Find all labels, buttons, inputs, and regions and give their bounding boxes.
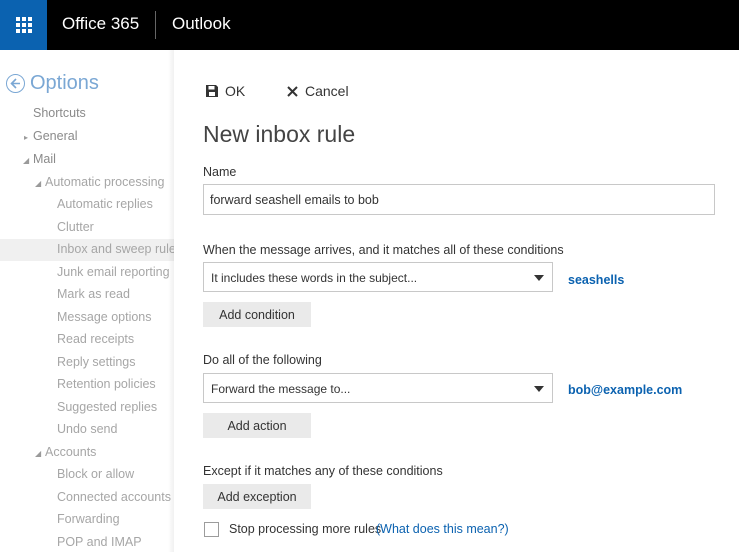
action-dropdown[interactable]: Forward the message to... (203, 373, 553, 403)
sidebar-item-forwarding[interactable]: Forwarding (57, 512, 120, 526)
sidebar-item-automatic-replies[interactable]: Automatic replies (57, 197, 153, 211)
sidebar-item-clutter[interactable]: Clutter (57, 220, 94, 234)
condition-value-link[interactable]: seashells (568, 273, 624, 287)
sidebar-item-suggested-replies[interactable]: Suggested replies (57, 400, 157, 414)
conditions-label: When the message arrives, and it matches… (203, 243, 564, 257)
options-back-button[interactable]: Options (6, 72, 99, 95)
sidebar-item-automatic-processing[interactable]: Automatic processing (45, 175, 165, 189)
cancel-label: Cancel (305, 83, 349, 99)
sidebar-item-inbox-rules[interactable]: Inbox and sweep rules (57, 242, 174, 256)
sidebar-item-mail[interactable]: Mail (33, 152, 56, 166)
add-action-button[interactable]: Add action (203, 413, 311, 438)
collapse-arrow-icon[interactable]: ◢ (23, 156, 29, 165)
sidebar-item-message-options[interactable]: Message options (57, 310, 152, 324)
expand-arrow-icon[interactable]: ▸ (24, 133, 28, 142)
action-selected-value: Forward the message to... (211, 382, 351, 396)
options-title: Options (30, 72, 99, 94)
ok-button[interactable]: OK (205, 83, 245, 99)
top-bar: Office 365 Outlook (0, 0, 739, 50)
sidebar-item-shortcuts[interactable]: Shortcuts (33, 106, 86, 120)
options-sidebar: Options Shortcuts ▸ General ◢ Mail ◢ Aut… (0, 50, 174, 552)
page-title: New inbox rule (203, 121, 356, 147)
add-exception-button[interactable]: Add exception (203, 484, 311, 509)
brand-name[interactable]: Office 365 (62, 14, 139, 34)
name-label: Name (203, 165, 237, 179)
app-name[interactable]: Outlook (172, 14, 231, 34)
stop-processing-checkbox[interactable] (204, 522, 219, 537)
add-condition-button[interactable]: Add condition (203, 302, 311, 327)
condition-dropdown[interactable]: It includes these words in the subject..… (203, 262, 553, 292)
chevron-down-icon (534, 275, 544, 281)
sidebar-item-block-or-allow[interactable]: Block or allow (57, 467, 134, 481)
action-value-link[interactable]: bob@example.com (568, 383, 682, 397)
collapse-arrow-icon[interactable]: ◢ (35, 179, 41, 188)
chevron-down-icon (534, 386, 544, 392)
header-divider (155, 11, 156, 39)
sidebar-item-undo-send[interactable]: Undo send (57, 422, 117, 436)
ok-label: OK (225, 83, 246, 99)
app-launcher-icon[interactable] (0, 0, 47, 50)
sidebar-item-read-receipts[interactable]: Read receipts (57, 332, 134, 346)
close-icon (286, 85, 299, 98)
sidebar-item-general[interactable]: General (33, 129, 77, 143)
sidebar-item-mark-as-read[interactable]: Mark as read (57, 287, 130, 301)
condition-selected-value: It includes these words in the subject..… (211, 271, 418, 285)
rule-name-input[interactable] (203, 184, 715, 215)
back-arrow-icon (6, 74, 25, 93)
stop-processing-label: Stop processing more rules (229, 522, 382, 536)
help-link[interactable]: (What does this mean?) (376, 522, 509, 536)
actions-label: Do all of the following (203, 353, 322, 367)
cancel-button[interactable]: Cancel (286, 83, 349, 99)
sidebar-item-pop-imap[interactable]: POP and IMAP (57, 535, 142, 549)
sidebar-item-connected-accounts[interactable]: Connected accounts (57, 490, 171, 504)
sidebar-item-retention-policies[interactable]: Retention policies (57, 377, 156, 391)
new-rule-panel: OK Cancel New inbox rule Name When the m… (174, 50, 739, 552)
save-icon (205, 84, 219, 98)
sidebar-item-accounts[interactable]: Accounts (45, 445, 96, 459)
collapse-arrow-icon[interactable]: ◢ (35, 449, 41, 458)
sidebar-item-junk-reporting[interactable]: Junk email reporting (57, 265, 170, 279)
exceptions-label: Except if it matches any of these condit… (203, 464, 443, 478)
sidebar-item-reply-settings[interactable]: Reply settings (57, 355, 136, 369)
